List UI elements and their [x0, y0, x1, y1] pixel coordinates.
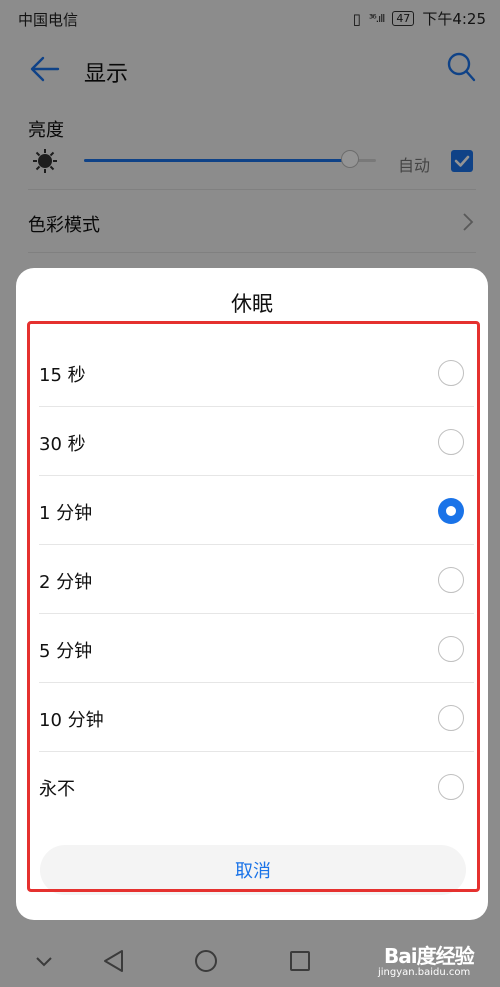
watermark-url: jingyan.baidu.com [378, 967, 471, 978]
dialog-title: 休眠 [231, 292, 273, 316]
baidu-jingyan-watermark: Bai度经验 jingyan.baidu.com [378, 936, 494, 986]
red-highlight-box [27, 321, 480, 892]
watermark-brand: Bai度经验 [384, 944, 475, 968]
